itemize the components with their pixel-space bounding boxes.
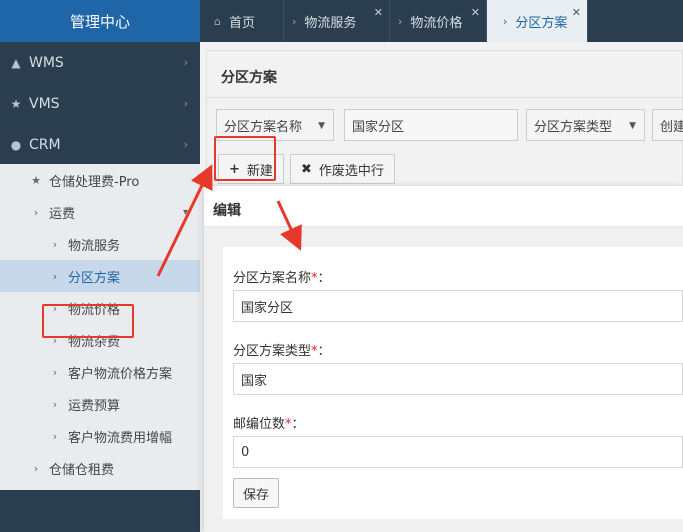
tab-label: 物流服务 [304,15,357,31]
close-icon[interactable]: ✕ [374,6,383,19]
highlight-box-zone-scheme [42,304,134,338]
chevron-right-icon: › [52,397,58,411]
filter-type-select[interactable]: 分区方案类型 ▼ [526,109,645,141]
tab-bar: ⌂ 首页 › 物流服务 ✕ › 物流价格 ✕ › 分区方案 ✕ [200,0,683,42]
field-label-scheme-name: 分区方案名称*： [233,271,331,286]
sidebar: 管理中心 ▲ WMS › ★ VMS › ● CRM › ▦ 费用 ▾ ★ 仓储… [0,0,200,532]
sidebar-item-freight[interactable]: › 运费 ▾ [0,196,200,228]
caret-down-icon: ▼ [318,121,325,131]
sidebar-item-customer-price-scheme[interactable]: › 客户物流价格方案 [0,356,200,388]
sidebar-item-customer-fee-increase[interactable]: › 客户物流费用增幅 [0,420,200,452]
home-icon: ⌂ [214,14,221,28]
chevron-right-icon: › [183,97,188,110]
sidebar-item-label: CRM [29,136,61,153]
chevron-right-icon: › [292,14,297,28]
chevron-right-icon: › [52,237,58,251]
chevron-right-icon: › [33,205,39,219]
sidebar-item-label: 客户物流费用增幅 [68,430,173,446]
divider [207,97,683,98]
edit-form: 分区方案名称*： 国家分区 分区方案类型*： 国家 邮编位数*： 0 保存 [223,247,683,519]
edit-modal: 编辑 分区方案名称*： 国家分区 分区方案类型*： 国家 邮编位数*： 0 保存 [204,186,683,532]
modal-title: 编辑 [213,203,241,219]
sidebar-item-crm[interactable]: ● CRM › [0,124,200,165]
tab-label: 物流价格 [410,15,463,31]
chevron-right-icon: › [52,269,58,283]
star-icon: ★ [10,96,22,111]
scheme-name-input[interactable]: 国家分区 [233,290,683,322]
save-button[interactable]: 保存 [233,478,279,508]
chevron-right-icon: › [398,14,403,28]
tab-label: 分区方案 [515,15,568,31]
sidebar-bottom [0,522,200,532]
filter-value-input[interactable]: 国家分区 [344,109,518,141]
sidebar-item-label: 运费 [49,206,76,222]
star-icon: ★ [31,173,41,187]
sidebar-item-wms[interactable]: ▲ WMS › [0,42,200,83]
page-title: 分区方案 [221,70,277,86]
tab-logistics-service[interactable]: › 物流服务 ✕ [284,0,390,42]
caret-down-icon: ▼ [629,121,636,131]
sidebar-item-label: 仓储仓租费 [49,462,115,478]
field-label-scheme-type: 分区方案类型*： [233,344,331,359]
filter-created-select[interactable]: 创建 [652,109,683,141]
sidebar-item-label: 运费预算 [68,398,121,414]
sidebar-item-label: 物流服务 [68,238,121,254]
chevron-right-icon: › [503,14,508,28]
select-value: 创建 [660,119,683,135]
close-icon[interactable]: ✕ [572,6,581,19]
sidebar-item-label: VMS [29,95,60,112]
sidebar-item-label: 分区方案 [68,270,121,286]
tab-home[interactable]: ⌂ 首页 [200,0,284,42]
sidebar-item-freight-budget[interactable]: › 运费预算 [0,388,200,420]
user-circle-icon: ● [10,137,22,152]
sidebar-item-label: 仓储处理费-Pro [49,174,140,190]
select-value: 分区方案类型 [534,119,613,135]
scheme-type-input[interactable]: 国家 [233,363,683,395]
close-icon: ✖ [301,161,312,177]
chevron-right-icon: › [52,365,58,379]
postcode-digits-input[interactable]: 0 [233,436,683,468]
tab-zone-scheme[interactable]: › 分区方案 ✕ [487,0,588,42]
chevron-right-icon: › [33,461,39,475]
sidebar-item-label: 客户物流价格方案 [68,366,173,382]
sidebar-item-vms[interactable]: ★ VMS › [0,83,200,124]
chevron-right-icon: › [183,138,188,151]
highlight-box-new-button [214,136,276,181]
zone-scheme-panel: 分区方案 分区方案名称 ▼ 国家分区 分区方案类型 ▼ 创建 + 新建 ✖ 作废… [206,50,683,188]
bank-icon: ▲ [11,55,21,70]
chevron-down-icon: ▾ [182,206,188,218]
sidebar-item-label: WMS [29,54,64,71]
chevron-right-icon: › [52,429,58,443]
select-value: 分区方案名称 [224,119,303,135]
button-label: 作废选中行 [318,163,384,179]
sidebar-item-logistics-service[interactable]: › 物流服务 [0,228,200,260]
field-label-postcode-digits: 邮编位数*： [233,417,305,432]
chevron-right-icon: › [183,56,188,69]
sidebar-item-storage-rent[interactable]: › 仓储仓租费 [0,452,200,484]
close-icon[interactable]: ✕ [471,6,480,19]
modal-body: 分区方案名称*： 国家分区 分区方案类型*： 国家 邮编位数*： 0 保存 [204,227,683,532]
brand-title: 管理中心 [0,0,200,42]
void-selected-button[interactable]: ✖ 作废选中行 [290,154,395,184]
input-value: 国家分区 [352,119,405,135]
tab-label: 首页 [228,15,255,31]
tab-logistics-price[interactable]: › 物流价格 ✕ [390,0,487,42]
sidebar-item-storage-pro[interactable]: ★ 仓储处理费-Pro [0,164,200,196]
sidebar-item-zone-scheme[interactable]: › 分区方案 [0,260,200,292]
